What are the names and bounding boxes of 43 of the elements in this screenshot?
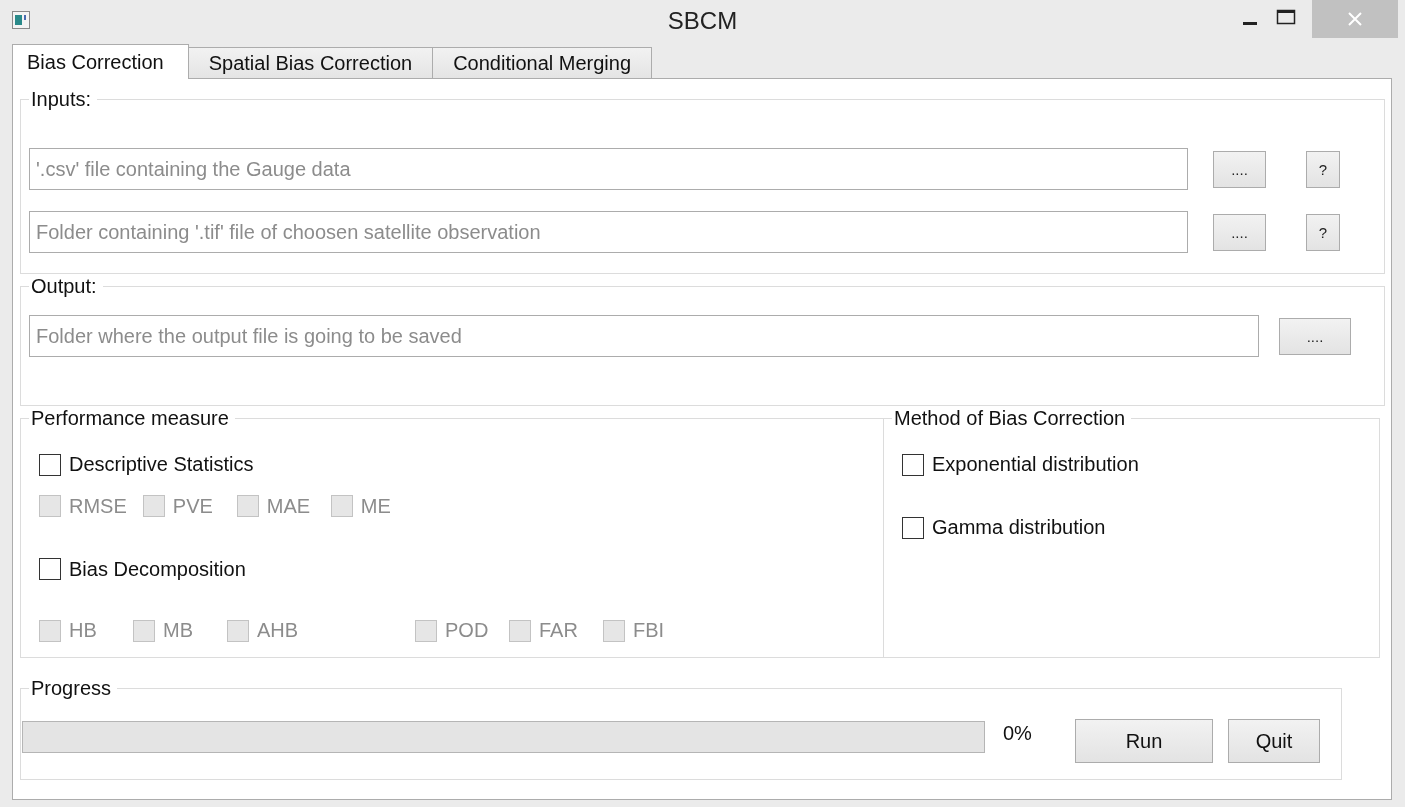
- checkbox-label: Exponential distribution: [932, 453, 1139, 476]
- checkbox[interactable]: [902, 453, 924, 476]
- group-title: Progress: [29, 678, 118, 698]
- app-icon: [12, 11, 30, 29]
- checkbox[interactable]: [39, 453, 61, 476]
- maximize-icon: [1276, 9, 1296, 25]
- checkbox-label: Gamma distribution: [932, 516, 1106, 539]
- group-title: Performance measure: [29, 408, 235, 428]
- checkbox-label: MAE: [266, 494, 311, 518]
- checkbox-label: MB: [163, 619, 193, 642]
- checkbox[interactable]: [39, 558, 61, 580]
- progress-reading: 0%: [1003, 721, 1033, 745]
- path-field[interactable]: '.csv' file containing the Gauge data: [29, 148, 1188, 190]
- minimize-icon: [1243, 21, 1257, 25]
- window-title: SBCM: [667, 7, 738, 35]
- checkbox[interactable]: [902, 516, 924, 539]
- tab[interactable]: Spatial Bias Correction: [187, 47, 434, 78]
- help-button[interactable]: ?: [1306, 150, 1340, 188]
- close-icon: [1348, 12, 1362, 26]
- path-field[interactable]: Folder where the output file is going to be saved: [29, 315, 1259, 357]
- browse-button[interactable]: ....: [1213, 213, 1266, 251]
- browse-button[interactable]: ....: [1279, 317, 1351, 355]
- checkbox-label: ME: [360, 494, 391, 518]
- quit-button[interactable]: Quit: [1228, 719, 1320, 763]
- checkbox-label: PVE: [172, 494, 213, 518]
- group-title: Inputs:: [29, 89, 98, 109]
- checkbox-label: FAR: [539, 619, 578, 642]
- checkbox-label: RMSE: [69, 494, 127, 518]
- tab[interactable]: Bias Correction: [12, 44, 189, 79]
- checkbox-label: AHB: [257, 619, 299, 642]
- checkbox-label: FBI: [633, 619, 665, 642]
- checkbox-label: Bias Decomposition: [69, 557, 246, 581]
- group-title: Output:: [29, 276, 103, 296]
- path-field[interactable]: Folder containing '.tif' file of choosen satellite observation: [29, 211, 1188, 253]
- checkbox-label: HB: [69, 619, 97, 642]
- close-button[interactable]: [1312, 0, 1398, 38]
- group-title: Method of Bias Correction: [892, 408, 1132, 428]
- help-button[interactable]: ?: [1306, 213, 1340, 251]
- checkbox-label: Descriptive Statistics: [69, 453, 254, 476]
- tab[interactable]: Conditional Merging: [432, 47, 653, 78]
- run-button[interactable]: Run: [1075, 719, 1213, 763]
- checkbox-label: POD: [445, 619, 489, 642]
- browse-button[interactable]: ....: [1213, 150, 1266, 188]
